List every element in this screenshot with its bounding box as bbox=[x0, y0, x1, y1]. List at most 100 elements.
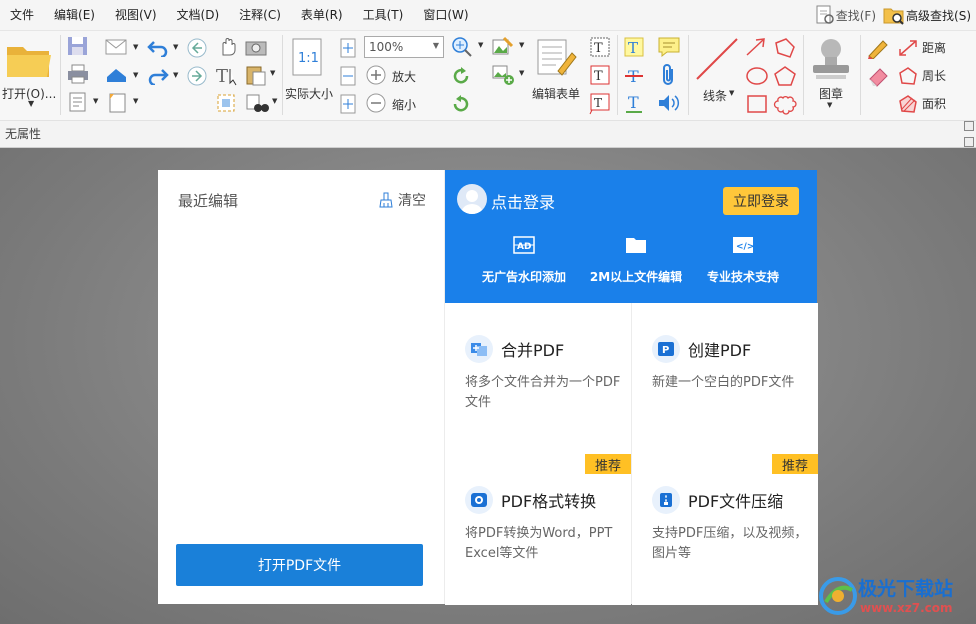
open-pdf-button[interactable]: 打开PDF文件 bbox=[176, 544, 423, 586]
perimeter-icon[interactable] bbox=[896, 65, 920, 87]
polygon-outline-icon[interactable] bbox=[772, 37, 798, 59]
rectangle-tool-icon[interactable] bbox=[744, 93, 770, 115]
tile-description: 将多个文件合并为一个PDF文件 bbox=[465, 375, 621, 410]
compress-pdf-tile[interactable]: 推荐 PDF文件压缩 支持PDF压缩，以及视频，图片等 bbox=[632, 454, 818, 605]
edit-form-icon[interactable] bbox=[534, 37, 578, 79]
magnifier-dropdown-icon[interactable]: ▼ bbox=[478, 41, 483, 49]
binoculars-icon[interactable] bbox=[244, 91, 270, 115]
open-folder-icon[interactable] bbox=[5, 39, 53, 81]
snapshot-icon[interactable] bbox=[244, 37, 268, 57]
avatar[interactable] bbox=[457, 184, 487, 214]
binoculars-dropdown-icon[interactable]: ▼ bbox=[272, 97, 277, 105]
pentagon-tool-icon[interactable] bbox=[772, 65, 798, 87]
menu-form[interactable]: 表单(R) bbox=[291, 0, 353, 30]
ellipse-tool-icon[interactable] bbox=[744, 65, 770, 87]
distance-icon[interactable] bbox=[896, 37, 920, 59]
select-text-icon[interactable]: T bbox=[214, 63, 240, 87]
attachment-icon[interactable] bbox=[658, 63, 680, 87]
create-pdf-tile[interactable]: P 创建PDF 新建一个空白的PDF文件 bbox=[632, 303, 818, 454]
open-dropdown-icon[interactable]: ▼ bbox=[28, 99, 34, 108]
magnifier-icon[interactable] bbox=[450, 35, 474, 59]
undo-dropdown-icon[interactable]: ▼ bbox=[173, 43, 178, 51]
note-icon[interactable] bbox=[656, 35, 682, 59]
print-icon[interactable] bbox=[66, 63, 90, 85]
find-button[interactable]: 查找(F) bbox=[811, 4, 879, 26]
perimeter-label[interactable]: 周长 bbox=[922, 67, 946, 84]
zoom-select[interactable]: 100% ▼ bbox=[364, 36, 444, 58]
tile-description: 将PDF转换为Word，PPT Excel等文件 bbox=[465, 526, 613, 561]
fit-width-icon[interactable] bbox=[338, 65, 358, 87]
fit-page-icon[interactable] bbox=[338, 37, 358, 59]
eraser-icon[interactable] bbox=[866, 65, 890, 87]
line-dropdown-icon[interactable]: ▼ bbox=[729, 89, 734, 97]
back-icon[interactable] bbox=[186, 37, 208, 59]
add-image-icon[interactable] bbox=[490, 63, 516, 87]
menu-file[interactable]: 文件 bbox=[0, 0, 44, 30]
save-icon[interactable] bbox=[66, 35, 90, 57]
hand-tool-icon[interactable] bbox=[216, 35, 240, 59]
email-dropdown-icon[interactable]: ▼ bbox=[133, 43, 138, 51]
ribbon-collapse-icon[interactable] bbox=[964, 121, 974, 131]
scan-dropdown-icon[interactable]: ▼ bbox=[133, 71, 138, 79]
paste-icon[interactable] bbox=[244, 63, 268, 87]
document-properties-icon[interactable] bbox=[66, 91, 90, 113]
login-now-button[interactable]: 立即登录 bbox=[723, 187, 799, 215]
line-tool-icon[interactable] bbox=[693, 35, 741, 83]
stamp-icon[interactable] bbox=[808, 35, 854, 83]
rotate-left-icon[interactable] bbox=[450, 65, 472, 87]
fit-visible-icon[interactable] bbox=[338, 93, 358, 115]
crop-page-icon[interactable] bbox=[214, 91, 238, 115]
paste-dropdown-icon[interactable]: ▼ bbox=[270, 69, 275, 77]
new-dropdown-icon[interactable]: ▼ bbox=[133, 97, 138, 105]
underline-text-icon[interactable]: T bbox=[622, 91, 646, 115]
convert-pdf-tile[interactable]: 推荐 PDF格式转换 将PDF转换为Word，PPT Excel等文件 bbox=[445, 454, 631, 605]
arrow-tool-icon[interactable] bbox=[744, 37, 768, 57]
merge-pdf-tile[interactable]: 合并PDF 将多个文件合并为一个PDF文件 bbox=[445, 303, 631, 454]
actual-size-icon[interactable]: 1:1 bbox=[290, 37, 324, 77]
zoom-in-icon[interactable] bbox=[365, 64, 387, 86]
image-edit-dropdown-icon[interactable]: ▼ bbox=[519, 41, 524, 49]
area-icon[interactable] bbox=[896, 93, 920, 115]
properties-label: 无属性 bbox=[5, 127, 42, 141]
watermark-url: www.xz7.com bbox=[860, 601, 953, 615]
zoom-in-label[interactable]: 放大 bbox=[392, 68, 416, 85]
menu-edit[interactable]: 编辑(E) bbox=[44, 0, 105, 30]
clear-recent-button[interactable]: 清空 bbox=[378, 190, 426, 210]
new-document-icon[interactable] bbox=[106, 91, 130, 115]
menu-comment[interactable]: 注释(C) bbox=[229, 0, 291, 30]
menu-window[interactable]: 窗口(W) bbox=[413, 0, 478, 30]
menu-view[interactable]: 视图(V) bbox=[105, 0, 167, 30]
redo-dropdown-icon[interactable]: ▼ bbox=[173, 71, 178, 79]
pencil-icon[interactable] bbox=[866, 37, 890, 59]
doc-dropdown-icon[interactable]: ▼ bbox=[93, 97, 98, 105]
rotate-right-icon[interactable] bbox=[450, 93, 472, 115]
distance-label[interactable]: 距离 bbox=[922, 39, 946, 56]
area-label[interactable]: 面积 bbox=[922, 95, 946, 112]
menu-document[interactable]: 文档(D) bbox=[167, 0, 230, 30]
menu-tools[interactable]: 工具(T) bbox=[353, 0, 414, 30]
image-edit-icon[interactable] bbox=[490, 35, 516, 59]
highlight-text-icon[interactable]: T bbox=[622, 35, 646, 59]
text-box-icon[interactable]: T bbox=[588, 63, 612, 87]
stamp-label[interactable]: 图章 bbox=[819, 85, 843, 102]
scan-icon[interactable] bbox=[104, 65, 130, 85]
email-icon[interactable] bbox=[104, 37, 130, 57]
cloud-tool-icon[interactable] bbox=[772, 93, 798, 115]
text-field-icon[interactable]: T bbox=[588, 35, 612, 59]
redo-icon[interactable] bbox=[146, 65, 170, 85]
login-link[interactable]: 点击登录 bbox=[491, 189, 555, 213]
edit-form-label[interactable]: 编辑表单 bbox=[532, 85, 580, 102]
actual-size-label[interactable]: 实际大小 bbox=[285, 85, 333, 102]
line-label[interactable]: 线条 bbox=[703, 87, 727, 104]
zoom-out-label[interactable]: 缩小 bbox=[392, 96, 416, 113]
forward-icon[interactable] bbox=[186, 65, 208, 87]
sound-icon[interactable] bbox=[656, 91, 682, 115]
callout-text-icon[interactable]: T bbox=[588, 91, 612, 115]
stamp-dropdown-icon[interactable]: ▼ bbox=[827, 101, 832, 109]
ribbon-expand-icon[interactable] bbox=[964, 137, 974, 147]
zoom-out-icon[interactable] bbox=[365, 92, 387, 114]
strikeout-text-icon[interactable]: T bbox=[622, 63, 646, 87]
undo-icon[interactable] bbox=[146, 37, 170, 57]
advanced-find-button[interactable]: 高级查找(S) bbox=[879, 4, 974, 26]
add-image-dropdown-icon[interactable]: ▼ bbox=[519, 69, 524, 77]
